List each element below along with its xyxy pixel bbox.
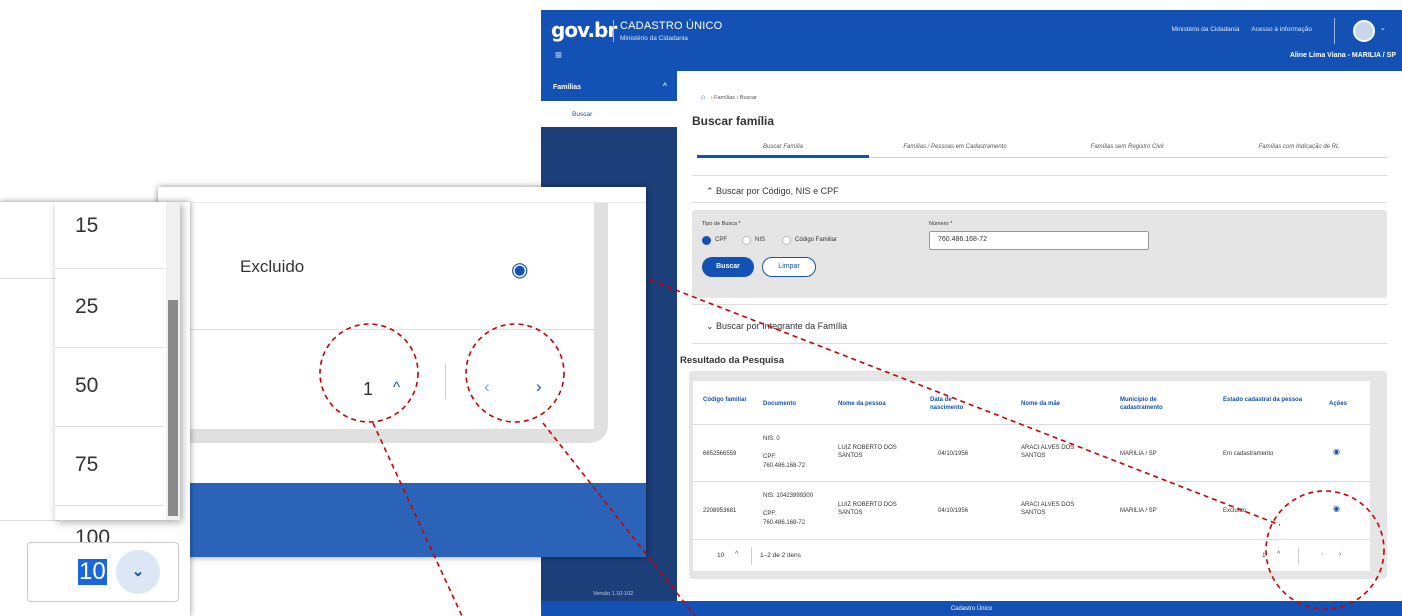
- annotation-circle: [465, 323, 565, 423]
- annotation-circle: [319, 323, 419, 423]
- annotation-circle: [1265, 490, 1385, 610]
- annotation-line: [649, 279, 1281, 526]
- annotation-overlay: [319, 279, 1385, 616]
- annotation-line: [372, 422, 463, 616]
- annotation-line: [542, 422, 696, 616]
